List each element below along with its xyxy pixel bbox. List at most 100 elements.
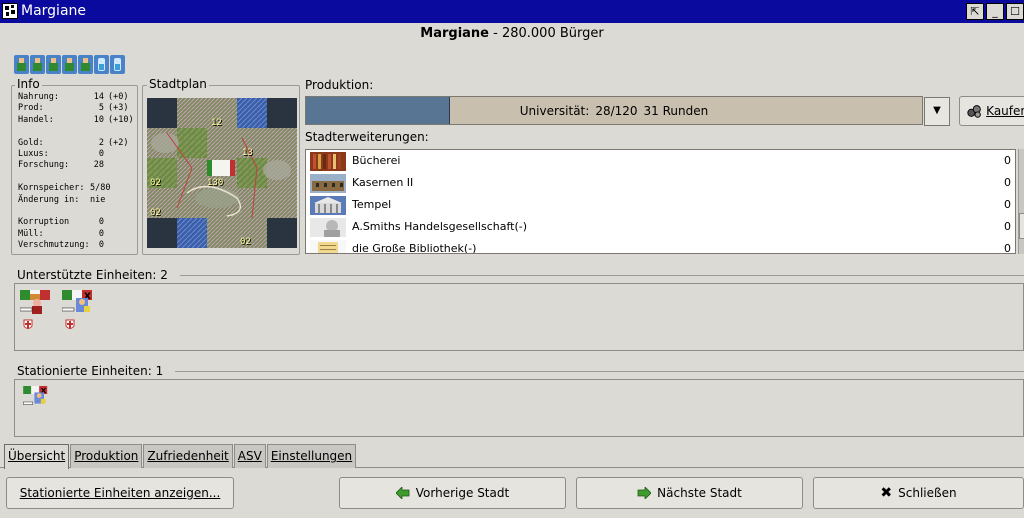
info-row: Handel: 10 (+10) xyxy=(18,115,138,126)
list-item[interactable]: die Große Bibliothek(-) 0 xyxy=(306,238,1015,254)
info-rows: Nahrung: 14 (+0) Prod: 5 (+3) Handel: 10 (+10) Go… xyxy=(18,92,138,251)
map-tile-value: 13 xyxy=(242,148,253,158)
shield-upkeep-icon xyxy=(23,319,33,329)
title-bar[interactable]: Margiane ⇱ _ ☐ xyxy=(0,0,1024,23)
worker-citizen-icon[interactable] xyxy=(46,55,61,74)
city-map-terrain xyxy=(147,98,297,248)
production-progress-bar[interactable]: Universität: 28/120 31 Runden xyxy=(305,96,923,125)
extension-name: Bücherei xyxy=(352,154,401,167)
info-delta: (+0) xyxy=(108,92,129,102)
map-tile-value: 130 xyxy=(207,178,224,188)
production-text: Universität: 28/120 31 Runden xyxy=(306,104,922,118)
unit-explorer-icon[interactable]: X xyxy=(20,386,52,410)
tab-bar: Übersicht Produktion Zufriedenheit ASV E… xyxy=(4,444,357,469)
info-delta: (+2) xyxy=(108,137,129,148)
extension-value: 0 xyxy=(1004,242,1011,254)
tab-label: Zufriedenheit xyxy=(147,449,229,463)
stationed-units-box[interactable] xyxy=(14,379,1024,437)
pin-button[interactable]: ⇱ xyxy=(966,3,984,20)
info-row: Korruption 0 xyxy=(18,217,138,228)
info-value: 2 xyxy=(98,137,104,148)
info-value: 14 xyxy=(93,92,104,102)
info-key: Nahrung: xyxy=(18,92,59,102)
extensions-scrollbar[interactable] xyxy=(1018,149,1024,254)
app-icon[interactable] xyxy=(2,3,18,19)
info-value: 10 xyxy=(93,114,104,125)
production-dropdown-button[interactable]: ▼ xyxy=(924,97,950,126)
city-header: Margiane - 280.000 Bürger xyxy=(0,26,1024,41)
unit-settler-icon[interactable] xyxy=(20,290,52,314)
map-tile-value: 02 xyxy=(150,178,161,188)
temple-icon xyxy=(310,196,346,215)
tab-production[interactable]: Produktion xyxy=(70,444,143,468)
info-key: Verschmutzung: xyxy=(18,240,90,251)
info-value: nie xyxy=(90,194,106,205)
info-delta xyxy=(104,149,108,160)
citizens-bar[interactable] xyxy=(14,55,126,75)
supported-units-box[interactable] xyxy=(14,283,1024,351)
tab-label: ASV xyxy=(237,449,262,463)
info-delta xyxy=(110,183,114,194)
info-key: Luxus: xyxy=(18,148,49,159)
worker-citizen-icon[interactable] xyxy=(78,55,93,74)
maximize-button[interactable]: ☐ xyxy=(1006,3,1024,20)
unit-explorer-icon[interactable]: X xyxy=(62,290,94,314)
list-item[interactable]: A.Smiths Handelsgesellschaft(-) 0 xyxy=(306,216,1015,238)
previous-city-button[interactable]: Vorherige Stadt xyxy=(339,477,566,509)
tab-governor[interactable]: ASV xyxy=(233,444,266,468)
extensions-list[interactable]: Bücherei 0 Kasernen II 0 Tempel 0 A.Smit… xyxy=(305,149,1016,254)
buy-button[interactable]: Kaufen xyxy=(959,96,1024,126)
city-map[interactable]: 12 13 02 130 02 02 xyxy=(147,98,297,248)
extension-name: Kasernen II xyxy=(352,176,414,189)
button-label: Vorherige Stadt xyxy=(415,486,510,500)
shield-upkeep-icon xyxy=(65,319,75,329)
tab-label: Übersicht xyxy=(8,449,66,463)
scroll-icon xyxy=(310,240,346,253)
city-map-label: Stadtplan xyxy=(147,77,209,91)
tab-overview[interactable]: Übersicht xyxy=(4,444,70,469)
worker-citizen-icon[interactable] xyxy=(14,55,29,74)
info-row: Änderung in: nie xyxy=(18,195,138,206)
separator xyxy=(175,371,1024,372)
production-turns: 31 Runden xyxy=(643,104,709,118)
info-delta xyxy=(104,217,108,228)
info-value: 0 xyxy=(98,240,104,251)
close-button[interactable]: ✖ Schließen xyxy=(813,477,1024,509)
info-value: 5/80 xyxy=(90,183,111,194)
info-key: Kornspeicher: xyxy=(18,183,85,194)
info-key: Handel: xyxy=(18,114,54,125)
chevron-down-icon: ▼ xyxy=(933,105,941,116)
info-row: Luxus: 0 xyxy=(18,149,138,160)
scrollbar-thumb[interactable] xyxy=(1019,213,1024,239)
list-item[interactable]: Kasernen II 0 xyxy=(306,172,1015,194)
library-icon xyxy=(310,152,346,171)
extension-value: 0 xyxy=(1004,220,1011,233)
extension-name: Tempel xyxy=(352,198,392,211)
info-key: Korruption xyxy=(18,217,70,228)
list-item[interactable]: Tempel 0 xyxy=(306,194,1015,216)
extension-value: 0 xyxy=(1004,154,1011,167)
button-label: Nächste Stadt xyxy=(657,486,742,500)
barracks-icon xyxy=(310,174,346,193)
supported-units-label: Unterstützte Einheiten: 2 xyxy=(17,268,168,282)
info-key: Prod: xyxy=(18,103,44,114)
next-city-button[interactable]: Nächste Stadt xyxy=(576,477,803,509)
info-key: Müll: xyxy=(18,228,44,239)
worker-citizen-icon[interactable] xyxy=(30,55,45,74)
production-label: Produktion: xyxy=(305,78,374,92)
minimize-button[interactable]: _ xyxy=(986,3,1004,20)
production-item: Universität: xyxy=(519,104,590,118)
show-stationed-units-button[interactable]: Stationierte Einheiten anzeigen... xyxy=(6,477,234,509)
list-item[interactable]: Bücherei 0 xyxy=(306,150,1015,172)
info-key: Gold: xyxy=(18,137,44,148)
scientist-citizen-icon[interactable] xyxy=(110,55,125,74)
button-label: Stationierte Einheiten anzeigen... xyxy=(19,486,221,500)
worker-citizen-icon[interactable] xyxy=(62,55,77,74)
tab-settings[interactable]: Einstellungen xyxy=(266,444,357,468)
production-progress: 28/120 xyxy=(595,104,638,118)
scientist-citizen-icon[interactable] xyxy=(94,55,109,74)
buy-button-label: Kaufen xyxy=(986,104,1024,118)
tab-happiness[interactable]: Zufriedenheit xyxy=(143,444,233,468)
